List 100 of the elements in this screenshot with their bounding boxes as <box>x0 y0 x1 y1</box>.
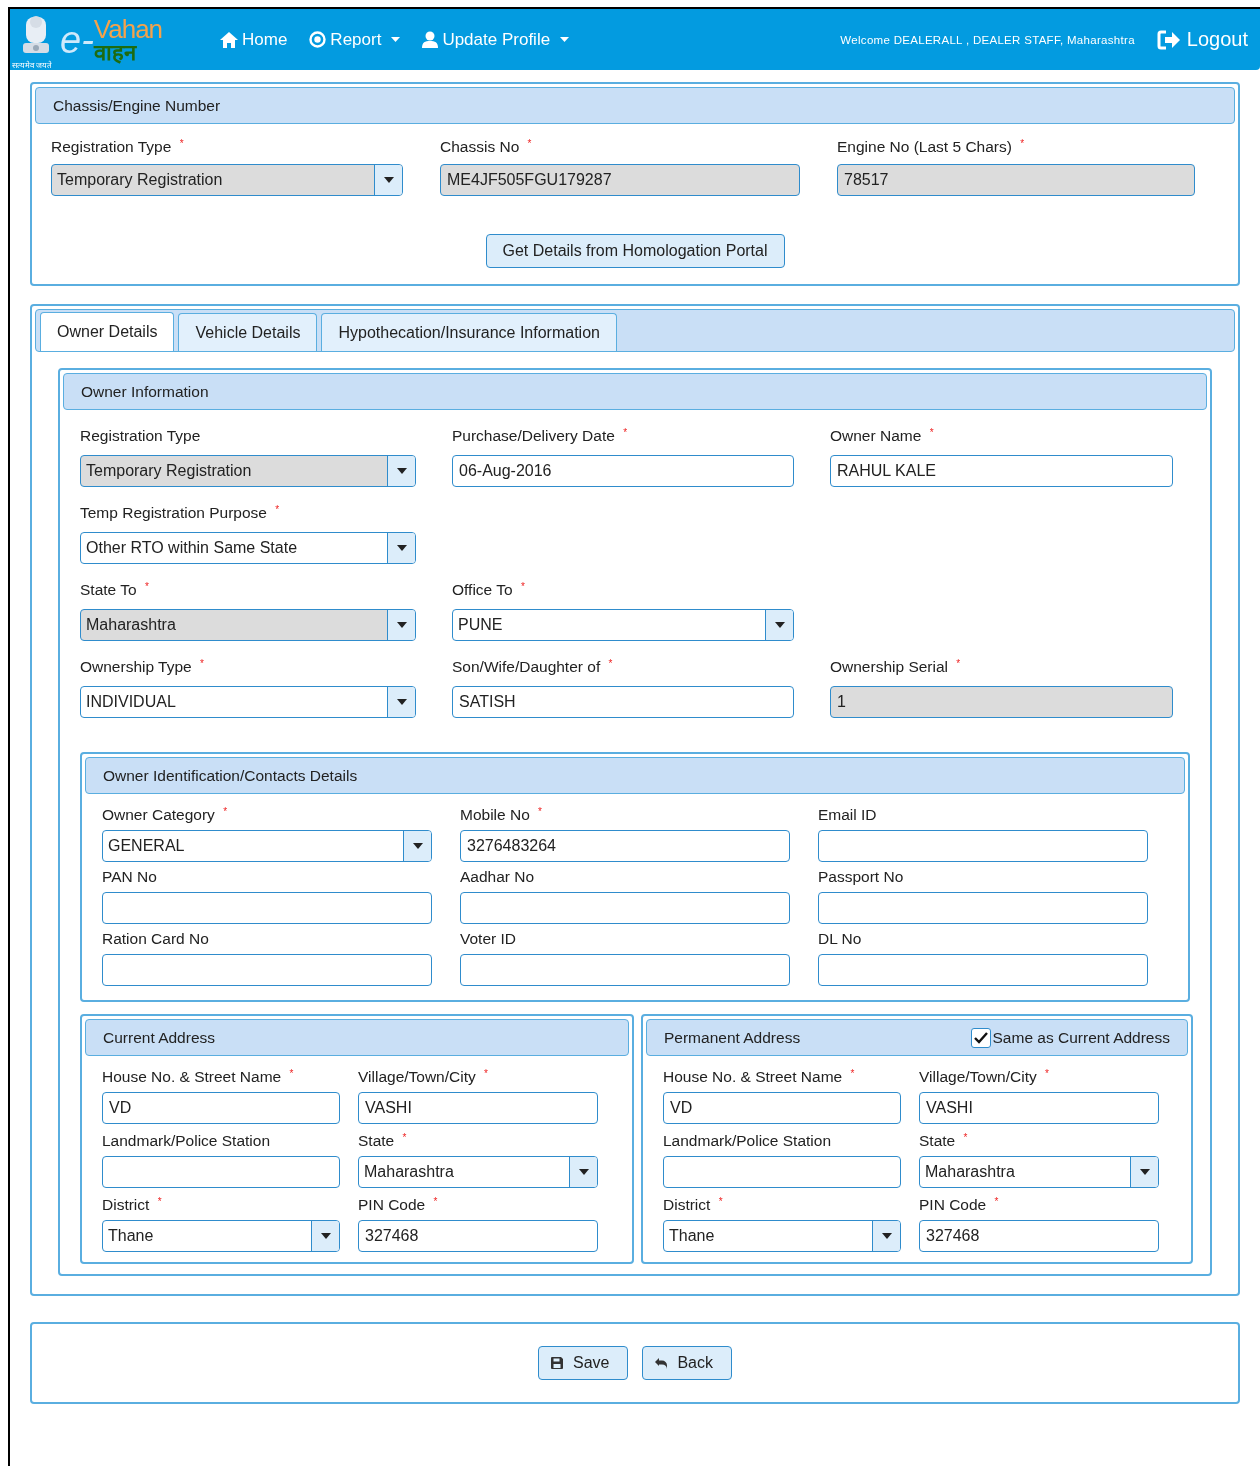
field-label: PIN Code <box>358 1196 426 1213</box>
floppy-icon <box>550 1357 563 1369</box>
input-field[interactable]: 3276483264 <box>460 830 790 862</box>
dropdown-field[interactable]: Thane <box>102 1220 340 1252</box>
input-field[interactable]: 327468 <box>919 1220 1159 1252</box>
required-asterisk: * <box>1045 1068 1049 1079</box>
input-field[interactable] <box>818 892 1148 924</box>
field-label: Son/Wife/Daughter of <box>452 658 601 675</box>
input-field[interactable] <box>102 1156 340 1188</box>
dropdown-field[interactable]: GENERAL <box>102 830 432 862</box>
tab[interactable]: Vehicle Details <box>178 313 318 351</box>
input-field[interactable] <box>460 954 790 986</box>
input-field[interactable] <box>102 892 432 924</box>
save-button[interactable]: Save <box>537 1346 629 1380</box>
field-label: PIN Code <box>919 1196 987 1213</box>
required-asterisk: * <box>718 1196 723 1207</box>
caret-icon <box>881 1233 892 1239</box>
required-asterisk: * <box>963 1132 968 1143</box>
field-label: Owner Category <box>102 806 215 823</box>
input-field[interactable]: VD <box>663 1092 901 1124</box>
field-label: Registration Type <box>51 138 172 155</box>
welcome-text: Welcome DEALERALL , DEALER STAFF, Maharashtra <box>840 33 1135 46</box>
field-label: State <box>919 1132 956 1149</box>
checkbox-label: Same as Current Address <box>992 1028 1170 1047</box>
input-field[interactable] <box>818 830 1148 862</box>
logo-text: e- <box>60 20 94 59</box>
field-label: Temp Registration Purpose <box>80 504 267 521</box>
user-icon <box>422 31 439 48</box>
logo-text: वाहन <box>93 41 138 64</box>
field-label: Landmark/Police Station <box>102 1132 270 1149</box>
required-asterisk: * <box>994 1196 999 1207</box>
field-label: Purchase/Delivery Date <box>452 427 615 444</box>
target-icon <box>309 31 327 48</box>
tab[interactable]: Owner Details <box>40 312 175 351</box>
required-asterisk: * <box>484 1068 488 1079</box>
panel-title: Permanent Address <box>664 1028 801 1047</box>
dropdown-field[interactable]: INDIVIDUAL <box>80 686 416 718</box>
tab[interactable]: Hypothecation/Insurance Information <box>321 313 617 351</box>
back-button[interactable]: Back <box>642 1346 732 1380</box>
caret-icon <box>1139 1169 1150 1175</box>
required-asterisk: * <box>538 806 542 817</box>
input-field[interactable] <box>460 892 790 924</box>
caret-icon <box>578 1169 589 1175</box>
logout-icon <box>1156 29 1181 50</box>
caret-icon <box>774 622 785 628</box>
input-field[interactable]: 327468 <box>358 1220 598 1252</box>
caret-icon <box>396 622 407 628</box>
dropdown-field[interactable]: Thane <box>663 1220 901 1252</box>
panel-title: Chassis/Engine Number <box>53 96 221 115</box>
dropdown-field[interactable]: Maharashtra <box>358 1156 598 1188</box>
caret-icon <box>383 177 394 183</box>
caret-icon <box>391 37 401 42</box>
required-asterisk: * <box>850 1068 855 1079</box>
required-asterisk: * <box>520 581 525 592</box>
input-field[interactable]: 06-Aug-2016 <box>452 455 794 487</box>
field-label: Mobile No <box>460 806 530 823</box>
dropdown-field[interactable]: Other RTO within Same State <box>80 532 416 564</box>
field-label: Chassis No <box>440 138 520 155</box>
caret-icon <box>560 37 570 42</box>
field-label: Office To <box>452 581 513 598</box>
input-field[interactable]: SATISH <box>452 686 794 718</box>
input-field[interactable] <box>818 954 1148 986</box>
required-asterisk: * <box>956 658 961 669</box>
logo-text: Vahan <box>93 15 163 42</box>
field-label: State To <box>80 581 137 598</box>
required-asterisk: * <box>157 1196 162 1207</box>
input-field[interactable] <box>102 954 432 986</box>
required-asterisk: * <box>608 658 613 669</box>
panel-title: Current Address <box>103 1028 215 1047</box>
field-label: House No. & Street Name <box>102 1068 282 1085</box>
field-label: State <box>358 1132 395 1149</box>
panel-title: Owner Information <box>81 382 209 401</box>
field-label: Ration Card No <box>102 930 209 947</box>
required-asterisk: * <box>223 806 228 817</box>
back-arrow-icon <box>655 1357 668 1369</box>
required-asterisk: * <box>1020 138 1025 149</box>
input-field[interactable]: VASHI <box>358 1092 598 1124</box>
checkbox[interactable] <box>970 1027 991 1048</box>
required-asterisk: * <box>623 427 628 438</box>
caret-icon <box>320 1233 331 1239</box>
required-asterisk: * <box>929 427 934 438</box>
input-field[interactable] <box>663 1156 901 1188</box>
dropdown-field[interactable]: Maharashtra <box>919 1156 1159 1188</box>
field-label: Landmark/Police Station <box>663 1132 831 1149</box>
field-label: Passport No <box>818 868 904 885</box>
panel-title: Owner Identification/Contacts Details <box>103 766 358 785</box>
field-label: Registration Type <box>80 427 201 444</box>
field-label: Ownership Type <box>80 658 192 675</box>
logo-motto: सत्यमेव जयते <box>12 60 53 70</box>
get-details-button[interactable]: Get Details from Homologation Portal <box>485 234 785 268</box>
required-asterisk: * <box>275 504 280 515</box>
input-field[interactable]: VD <box>102 1092 340 1124</box>
field-label: Ownership Serial <box>830 658 949 675</box>
input-field[interactable]: VASHI <box>919 1092 1159 1124</box>
field-label: DL No <box>818 930 862 947</box>
field-label: District <box>102 1196 150 1213</box>
input-field[interactable]: RAHUL KALE <box>830 455 1173 487</box>
required-asterisk: * <box>144 581 149 592</box>
dropdown-field[interactable]: PUNE <box>452 609 794 641</box>
field-label: House No. & Street Name <box>663 1068 843 1085</box>
